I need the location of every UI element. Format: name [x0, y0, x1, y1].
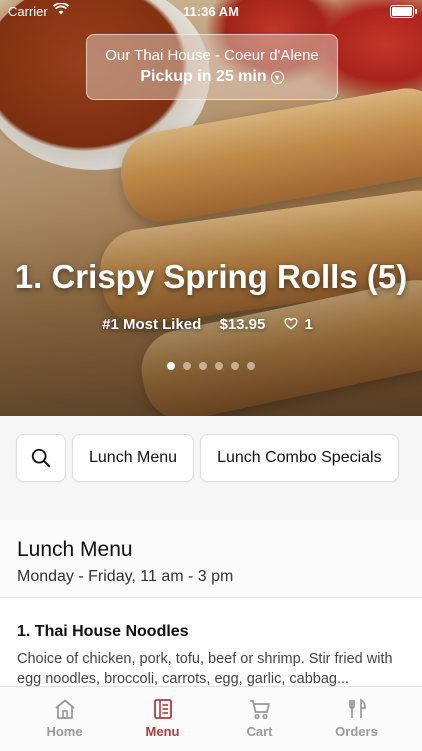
- utensils-icon: [348, 698, 366, 718]
- cart-icon: [249, 700, 270, 720]
- rank-badge: #1 Most Liked: [102, 316, 202, 333]
- chip-lunch-combo-specials[interactable]: Lunch Combo Specials: [200, 434, 399, 482]
- tab-menu[interactable]: Menu: [110, 687, 215, 751]
- search-icon: [31, 448, 51, 468]
- heart-icon: [284, 317, 298, 330]
- home-icon: [54, 699, 75, 719]
- tab-label: Cart: [246, 724, 273, 739]
- pager-dot[interactable]: [215, 362, 223, 370]
- clock: 11:36 AM: [183, 4, 239, 19]
- section-hours: Monday - Friday, 11 am - 3 pm: [17, 568, 234, 585]
- restaurant-name: Our Thai House - Coeur d'Alene: [105, 47, 319, 64]
- chevron-down-icon: ▾: [270, 71, 284, 84]
- section-title: Lunch Menu: [17, 538, 133, 561]
- tab-orders[interactable]: Orders: [304, 687, 409, 751]
- pickup-eta-label: Pickup in 25 min: [140, 68, 267, 85]
- featured-item-price: $13.95: [219, 316, 266, 333]
- tab-cart[interactable]: Cart: [207, 687, 312, 751]
- battery-icon: [390, 5, 417, 18]
- like-count: 1: [304, 316, 313, 333]
- pager-dot[interactable]: [167, 362, 175, 370]
- search-button[interactable]: [16, 434, 66, 482]
- menu-item-description: Choice of chicken, pork, tofu, beef or s…: [17, 651, 393, 687]
- tab-label: Home: [46, 724, 83, 739]
- chip-lunch-menu[interactable]: Lunch Menu: [72, 434, 195, 482]
- pager-dot[interactable]: [231, 362, 239, 370]
- pickup-selector[interactable]: Our Thai House - Coeur d'Alene Pickup in…: [86, 34, 338, 100]
- tab-home[interactable]: Home: [12, 687, 117, 751]
- pager-dot[interactable]: [199, 362, 207, 370]
- tab-label: Orders: [335, 724, 378, 739]
- pickup-eta: Pickup in 25 min ▾: [87, 68, 337, 86]
- pager-dot[interactable]: [183, 362, 191, 370]
- menu-item-name[interactable]: 1. Thai House Noodles: [17, 623, 189, 641]
- featured-item-title: 1. Crispy Spring Rolls (5): [14, 258, 408, 295]
- tab-bar: Home Menu Cart Orders: [0, 686, 422, 751]
- featured-item-meta: #1 Most Liked $13.95 1: [0, 316, 422, 333]
- pager-dot[interactable]: [247, 362, 255, 370]
- status-bar: Carrier 11:36 AM: [0, 0, 422, 22]
- carousel-pager[interactable]: [0, 357, 422, 375]
- menu-icon: [153, 699, 172, 719]
- like-button[interactable]: 1: [284, 316, 320, 333]
- category-chips: Lunch Menu Lunch Combo Specials: [16, 434, 405, 482]
- tab-label: Menu: [145, 724, 180, 739]
